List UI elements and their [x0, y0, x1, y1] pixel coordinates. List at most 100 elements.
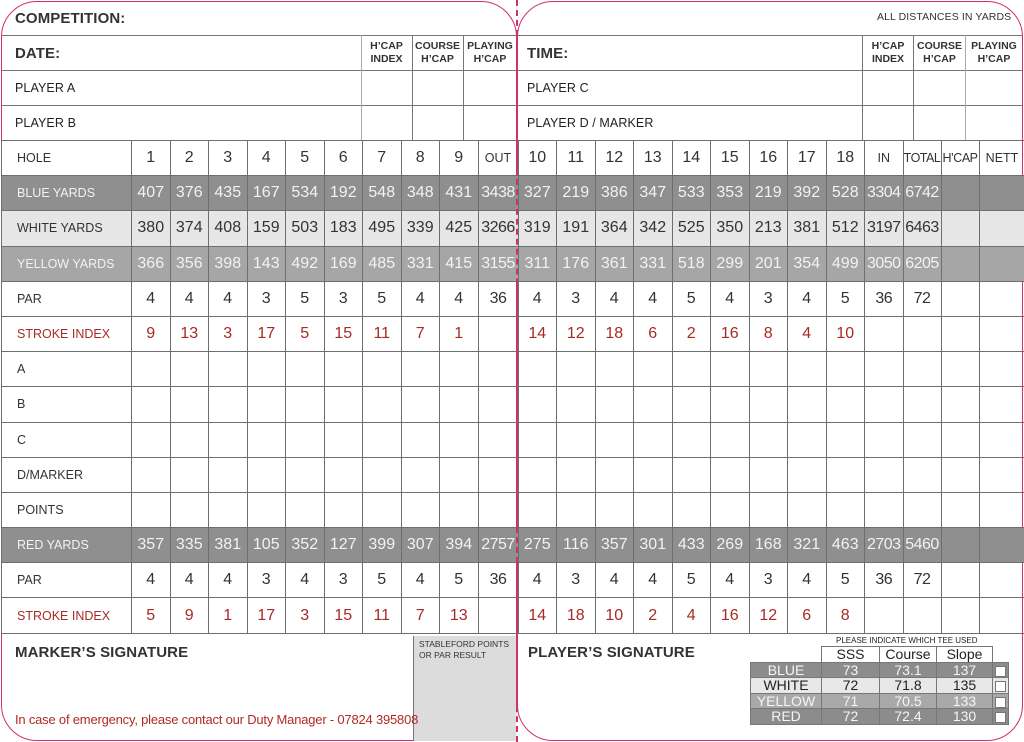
score-input-cell[interactable]	[400, 351, 440, 388]
score-input-cell[interactable]	[978, 491, 1024, 529]
score-input-cell[interactable]	[477, 456, 519, 493]
score-input-cell[interactable]	[787, 386, 827, 423]
score-input-cell[interactable]	[169, 421, 209, 458]
score-input-cell[interactable]	[517, 386, 557, 423]
score-input-cell[interactable]	[246, 351, 286, 388]
score-input-cell[interactable]	[940, 351, 980, 388]
score-input-cell[interactable]	[671, 351, 711, 388]
score-input-cell[interactable]	[710, 456, 750, 493]
score-input-cell[interactable]	[477, 421, 519, 458]
score-input-cell[interactable]	[671, 386, 711, 423]
score-input-cell[interactable]	[594, 421, 634, 458]
score-input-cell[interactable]	[787, 456, 827, 493]
score-input-cell[interactable]	[902, 491, 942, 529]
score-input-cell[interactable]	[362, 491, 402, 529]
score-input-cell[interactable]	[787, 491, 827, 529]
score-input-cell[interactable]	[169, 491, 209, 529]
score-input-cell[interactable]	[864, 456, 904, 493]
score-input-cell[interactable]	[748, 421, 788, 458]
score-input-cell[interactable]	[439, 491, 479, 529]
score-input-cell[interactable]	[131, 386, 171, 423]
player-signature-field[interactable]	[528, 664, 743, 724]
player-d-name-field[interactable]	[680, 106, 860, 140]
score-input-cell[interactable]	[633, 456, 673, 493]
score-input-cell[interactable]	[825, 351, 865, 388]
score-input-cell[interactable]	[556, 491, 596, 529]
score-input-cell[interactable]	[131, 421, 171, 458]
score-input-cell[interactable]	[978, 351, 1024, 388]
score-input-cell[interactable]	[285, 456, 325, 493]
score-input-cell[interactable]	[323, 386, 363, 423]
score-input-cell[interactable]	[362, 386, 402, 423]
score-input-cell[interactable]	[671, 491, 711, 529]
score-input-cell[interactable]	[439, 351, 479, 388]
score-input-cell[interactable]	[439, 421, 479, 458]
score-input-cell[interactable]	[169, 351, 209, 388]
score-input-cell[interactable]	[825, 456, 865, 493]
score-input-cell[interactable]	[323, 351, 363, 388]
score-input-cell[interactable]	[208, 351, 248, 388]
score-input-cell[interactable]	[517, 456, 557, 493]
tee-checkbox[interactable]	[995, 665, 1006, 677]
score-input-cell[interactable]	[864, 386, 904, 423]
score-input-cell[interactable]	[131, 456, 171, 493]
score-input-cell[interactable]	[246, 386, 286, 423]
score-input-cell[interactable]	[978, 386, 1024, 423]
score-input-cell[interactable]	[400, 421, 440, 458]
score-input-cell[interactable]	[517, 491, 557, 529]
score-input-cell[interactable]	[902, 456, 942, 493]
score-input-cell[interactable]	[208, 491, 248, 529]
score-input-cell[interactable]	[439, 456, 479, 493]
score-input-cell[interactable]	[131, 351, 171, 388]
score-input-cell[interactable]	[556, 386, 596, 423]
score-input-cell[interactable]	[825, 421, 865, 458]
score-input-cell[interactable]	[594, 456, 634, 493]
score-input-cell[interactable]	[556, 351, 596, 388]
score-input-cell[interactable]	[633, 386, 673, 423]
score-input-cell[interactable]	[594, 386, 634, 423]
score-input-cell[interactable]	[285, 421, 325, 458]
score-input-cell[interactable]	[825, 491, 865, 529]
score-input-cell[interactable]	[978, 456, 1024, 493]
score-input-cell[interactable]	[400, 456, 440, 493]
score-input-cell[interactable]	[671, 421, 711, 458]
tee-checkbox[interactable]	[995, 712, 1006, 724]
score-input-cell[interactable]	[477, 386, 519, 423]
score-input-cell[interactable]	[978, 421, 1024, 458]
score-input-cell[interactable]	[169, 386, 209, 423]
score-input-cell[interactable]	[362, 421, 402, 458]
score-input-cell[interactable]	[940, 491, 980, 529]
score-input-cell[interactable]	[400, 491, 440, 529]
score-input-cell[interactable]	[246, 491, 286, 529]
score-input-cell[interactable]	[940, 386, 980, 423]
score-input-cell[interactable]	[594, 491, 634, 529]
score-input-cell[interactable]	[362, 351, 402, 388]
score-input-cell[interactable]	[902, 421, 942, 458]
score-input-cell[interactable]	[246, 456, 286, 493]
tee-checkbox[interactable]	[995, 696, 1006, 708]
score-input-cell[interactable]	[940, 456, 980, 493]
score-input-cell[interactable]	[864, 351, 904, 388]
score-input-cell[interactable]	[671, 456, 711, 493]
score-input-cell[interactable]	[633, 491, 673, 529]
player-b-name-field[interactable]	[120, 106, 360, 140]
score-input-cell[interactable]	[246, 421, 286, 458]
score-input-cell[interactable]	[633, 421, 673, 458]
score-input-cell[interactable]	[710, 491, 750, 529]
score-input-cell[interactable]	[864, 421, 904, 458]
score-input-cell[interactable]	[477, 491, 519, 529]
tee-checkbox[interactable]	[995, 681, 1006, 693]
score-input-cell[interactable]	[208, 421, 248, 458]
score-input-cell[interactable]	[362, 456, 402, 493]
score-input-cell[interactable]	[825, 386, 865, 423]
score-input-cell[interactable]	[710, 351, 750, 388]
player-a-name-field[interactable]	[120, 71, 360, 105]
score-input-cell[interactable]	[517, 351, 557, 388]
score-input-cell[interactable]	[940, 421, 980, 458]
score-input-cell[interactable]	[400, 386, 440, 423]
score-input-cell[interactable]	[323, 456, 363, 493]
score-input-cell[interactable]	[208, 386, 248, 423]
score-input-cell[interactable]	[864, 491, 904, 529]
score-input-cell[interactable]	[208, 456, 248, 493]
score-input-cell[interactable]	[131, 491, 171, 529]
